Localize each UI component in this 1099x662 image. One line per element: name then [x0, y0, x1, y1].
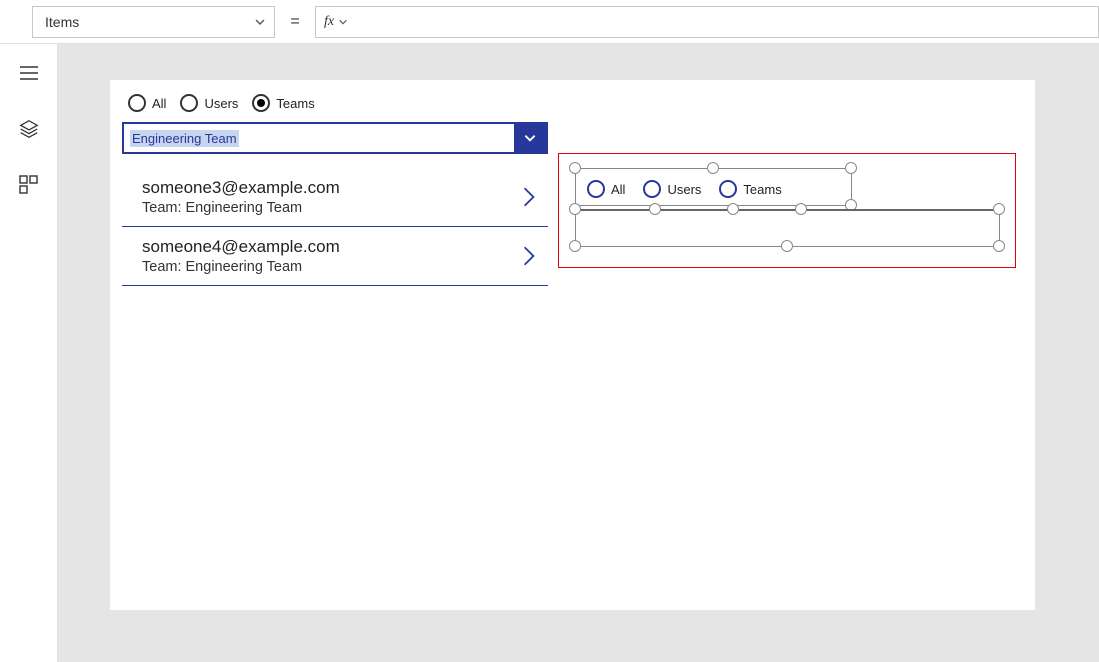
- radio-circle-icon: [587, 180, 605, 198]
- resize-handle-icon[interactable]: [993, 203, 1005, 215]
- resize-handle-icon[interactable]: [569, 240, 581, 252]
- radio-all[interactable]: All: [587, 180, 625, 198]
- radio-teams[interactable]: Teams: [719, 180, 781, 198]
- radio-label: All: [611, 182, 625, 197]
- radio-circle-icon: [180, 94, 198, 112]
- body: All Users Teams Engineering Team: [0, 44, 1099, 662]
- left-app-column: All Users Teams Engineering Team: [122, 92, 548, 286]
- radio-teams[interactable]: Teams: [252, 94, 314, 112]
- radio-label: All: [152, 96, 166, 111]
- list-item-secondary: Team: Engineering Team: [142, 200, 340, 216]
- components-icon[interactable]: [18, 174, 40, 196]
- radio-circle-icon: [128, 94, 146, 112]
- list-item-text: someone3@example.com Team: Engineering T…: [142, 178, 340, 216]
- list-item[interactable]: someone4@example.com Team: Engineering T…: [122, 227, 548, 286]
- radio-all[interactable]: All: [128, 94, 166, 112]
- radio-circle-icon: [719, 180, 737, 198]
- property-dropdown[interactable]: Items: [32, 6, 275, 38]
- filter-radio-group-left[interactable]: All Users Teams: [122, 92, 548, 122]
- hamburger-icon[interactable]: [18, 62, 40, 84]
- radio-label: Teams: [276, 96, 314, 111]
- fx-label: fx: [324, 14, 334, 30]
- resize-handle-icon[interactable]: [845, 162, 857, 174]
- chevron-right-icon: [516, 245, 542, 267]
- resize-handle-icon[interactable]: [569, 162, 581, 174]
- team-dropdown[interactable]: Engineering Team: [122, 122, 548, 154]
- layers-icon[interactable]: [18, 118, 40, 140]
- radio-users[interactable]: Users: [643, 180, 701, 198]
- resize-handle-icon[interactable]: [781, 240, 793, 252]
- list-item-primary: someone3@example.com: [142, 178, 340, 198]
- filter-radio-group-preview[interactable]: All Users Teams: [587, 180, 782, 198]
- group-border: [575, 209, 999, 211]
- property-dropdown-label: Items: [45, 14, 79, 30]
- team-dropdown-value-text: Engineering Team: [130, 130, 239, 147]
- resize-handle-icon[interactable]: [795, 203, 807, 215]
- selected-control-outline[interactable]: All Users Teams: [558, 153, 1016, 268]
- formula-bar: Items = fx: [0, 0, 1099, 44]
- team-dropdown-button[interactable]: [514, 124, 546, 152]
- equals-label: =: [275, 13, 315, 31]
- chevron-down-icon: [254, 16, 266, 28]
- radio-label: Users: [667, 182, 701, 197]
- resize-handle-icon[interactable]: [727, 203, 739, 215]
- radio-circle-icon: [643, 180, 661, 198]
- left-rail: [0, 44, 58, 662]
- group-border: [575, 205, 851, 206]
- fx-button[interactable]: fx: [315, 6, 356, 38]
- radio-users[interactable]: Users: [180, 94, 238, 112]
- team-dropdown-value: Engineering Team: [124, 124, 514, 152]
- canvas-area: All Users Teams Engineering Team: [58, 44, 1099, 662]
- chevron-down-icon: [523, 131, 537, 145]
- radio-label: Teams: [743, 182, 781, 197]
- chevron-down-icon: [338, 17, 348, 27]
- resize-handle-icon[interactable]: [569, 203, 581, 215]
- resize-handle-icon[interactable]: [707, 162, 719, 174]
- chevron-right-icon: [516, 186, 542, 208]
- app-canvas[interactable]: All Users Teams Engineering Team: [110, 80, 1035, 610]
- resize-handle-icon[interactable]: [993, 240, 1005, 252]
- radio-circle-icon: [252, 94, 270, 112]
- list-item[interactable]: someone3@example.com Team: Engineering T…: [122, 168, 548, 227]
- list-item-primary: someone4@example.com: [142, 237, 340, 257]
- radio-label: Users: [204, 96, 238, 111]
- resize-handle-icon[interactable]: [649, 203, 661, 215]
- list-item-text: someone4@example.com Team: Engineering T…: [142, 237, 340, 275]
- list-item-secondary: Team: Engineering Team: [142, 259, 340, 275]
- formula-input[interactable]: [356, 6, 1099, 38]
